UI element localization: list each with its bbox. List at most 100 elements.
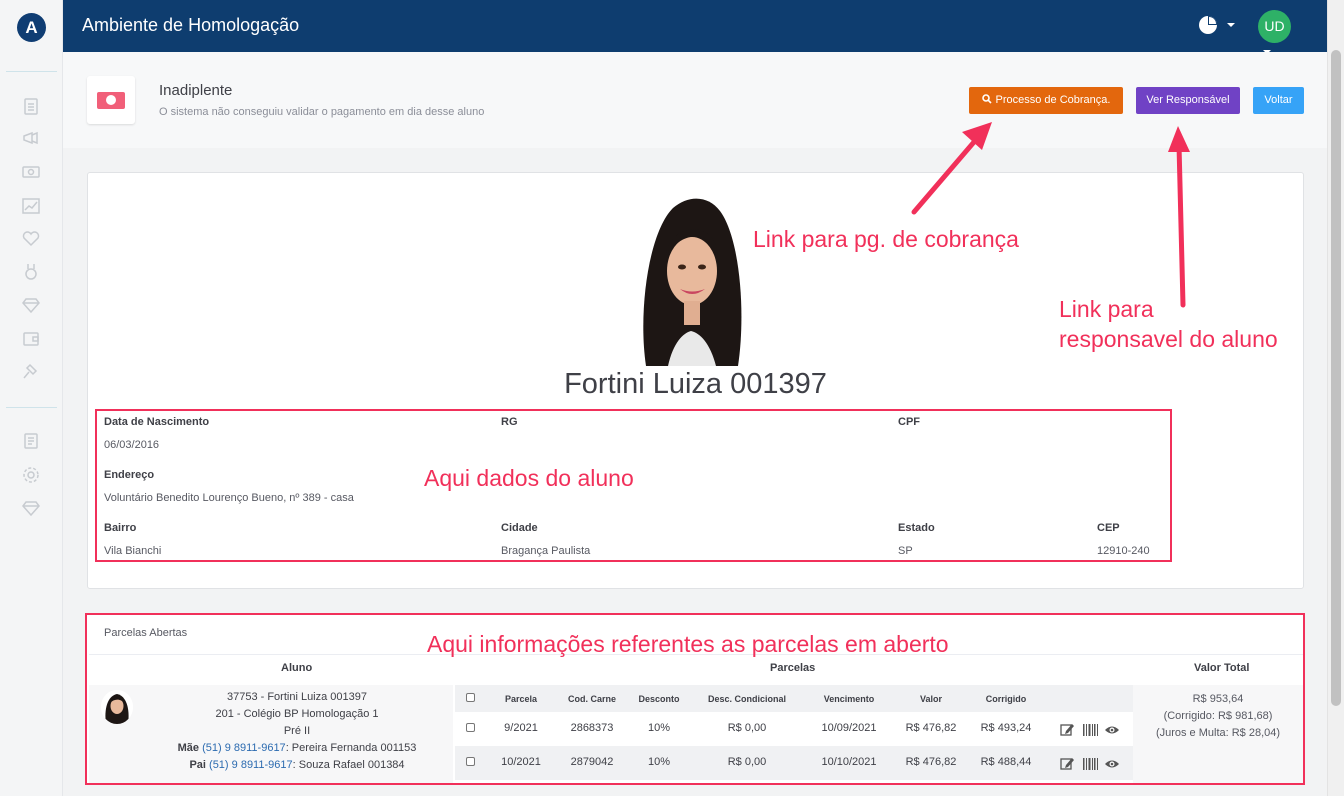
heart-icon[interactable] [22,230,40,248]
mae-phone-link[interactable]: (51) 9 8911-9617 [202,742,286,754]
avatar: UD [1258,10,1291,43]
app-logo[interactable]: A [17,13,46,42]
app-title: Ambiente de Homologação [82,15,300,35]
label-cep: CEP [1097,522,1120,534]
cell-desc-condicional: R$ 0,00 [727,722,767,734]
cell-valor: R$ 476,82 [905,756,957,768]
processo-cobranca-label: Processo de Cobrança. [995,94,1111,106]
row-checkbox[interactable] [466,757,475,766]
col-vencimento: Vencimento [823,694,875,704]
chevron-down-icon [1227,23,1236,27]
select-all-checkbox[interactable] [466,693,475,702]
chart-line-icon[interactable] [22,197,40,215]
cell-desc-condicional: R$ 0,00 [727,756,767,768]
header-aluno: Aluno [281,662,313,674]
label-nascimento: Data de Nascimento [104,416,210,428]
parcelas-title: Parcelas Abertas [104,627,188,639]
cell-parcela: 10/2021 [501,756,541,768]
cell-parcela: 9/2021 [504,722,538,734]
edit-icon[interactable] [1060,724,1074,736]
cell-vencimento: 10/09/2021 [821,722,877,734]
row-actions [1060,757,1124,771]
page-title: Inadiplente [159,82,233,99]
cell-desconto: 10% [647,756,671,768]
label-cpf: CPF [898,416,920,428]
eye-icon[interactable] [1105,760,1119,768]
sidebar-divider [6,71,57,72]
eye-icon[interactable] [1105,726,1119,734]
cell-corrigido: R$ 493,24 [980,722,1032,734]
annotation-parcelas: Aqui informações referentes as parcelas … [427,631,949,657]
header-valor-total: Valor Total [1194,662,1250,674]
mae-contact: Mãe (51) 9 8911-9617: Pereira Fernanda 0… [157,742,437,754]
pai-contact: Pai (51) 9 8911-9617: Souza Rafael 00138… [157,759,437,771]
megaphone-icon[interactable] [22,129,40,147]
row-checkbox[interactable] [466,723,475,732]
col-corrigido: Corrigido [985,694,1027,704]
header-parcelas: Parcelas [770,662,816,674]
label-cidade: Cidade [501,522,538,534]
col-valor: Valor [919,694,942,704]
cell-corrigido: R$ 488,44 [980,756,1032,768]
total-juros: (Juros e Multa: R$ 28,04) [1155,727,1281,739]
col-desc-condicional: Desc. Condicional [707,694,787,704]
value-nascimento: 06/03/2016 [104,439,160,451]
money-icon[interactable] [22,163,40,181]
pai-label: Pai [189,759,206,771]
scrollbar-thumb[interactable] [1331,50,1341,706]
total-valor: R$ 953,64 [1192,693,1244,705]
search-icon [981,94,992,104]
topbar: Ambiente de Homologação UD [63,0,1327,54]
gear-icon[interactable] [22,466,40,484]
col-parcela: Parcela [504,694,538,704]
cell-cod-carne: 2879042 [570,756,614,768]
mae-label: Mãe [177,742,200,754]
value-bairro: Vila Bianchi [104,545,162,557]
valor-total-cell: R$ 953,64 (Corrigido: R$ 981,68) (Juros … [1133,685,1303,783]
voltar-button[interactable]: Voltar [1253,87,1304,114]
barcode-icon[interactable] [1083,724,1098,736]
sidebar: A [0,0,63,796]
aluno-line1: 37753 - Fortini Luiza 001397 [226,691,368,703]
gavel-icon[interactable] [22,363,40,381]
ver-responsavel-button[interactable]: Ver Responsável [1136,87,1240,114]
medal-icon[interactable] [22,263,40,281]
document-icon[interactable] [22,432,40,450]
student-name: Fortini Luiza 001397 [564,368,827,400]
diamond-icon[interactable] [22,296,40,314]
table-row: 10/2021 2879042 10% R$ 0,00 10/10/2021 R… [455,746,1133,780]
pai-phone-link[interactable]: (51) 9 8911-9617 [209,759,293,771]
annotation-responsavel-1: Link para [1059,296,1154,322]
label-endereco: Endereço [104,469,155,481]
user-menu-button[interactable]: UD [1258,10,1308,54]
student-photo [628,193,755,366]
money-icon [87,76,135,124]
sidebar-divider [6,407,57,408]
value-estado: SP [898,545,913,557]
aluno-line2: 201 - Colégio BP Homologação 1 [215,708,379,720]
barcode-icon[interactable] [1083,758,1098,770]
label-rg: RG [501,416,518,428]
row-actions [1060,723,1124,737]
value-cep: 12910-240 [1097,545,1150,557]
cell-vencimento: 10/10/2021 [821,756,877,768]
pie-chart-icon [1199,16,1217,34]
label-bairro: Bairro [104,522,137,534]
clipboard-icon[interactable] [22,97,40,115]
mae-name: : Pereira Fernanda 001153 [285,742,417,754]
col-desconto: Desconto [638,694,680,704]
page-header: Inadiplente O sistema não conseguiu vali… [63,52,1327,148]
wallet-icon[interactable] [22,330,40,348]
parcelas-table-header: Parcela Cod. Carne Desconto Desc. Condic… [455,685,1133,712]
processo-cobranca-button[interactable]: Processo de Cobrança. [969,87,1123,114]
annotation-cobranca: Link para pg. de cobrança [753,226,1019,252]
scrollbar[interactable] [1327,0,1344,796]
diamond-icon[interactable] [22,499,40,517]
edit-icon[interactable] [1060,758,1074,770]
reports-menu-button[interactable] [1197,14,1237,38]
table-row: 9/2021 2868373 10% R$ 0,00 10/09/2021 R$… [455,712,1133,746]
annotation-dados: Aqui dados do aluno [424,465,634,491]
aluno-cell: 37753 - Fortini Luiza 001397 201 - Colég… [89,685,453,783]
student-avatar [101,690,133,724]
label-estado: Estado [898,522,935,534]
